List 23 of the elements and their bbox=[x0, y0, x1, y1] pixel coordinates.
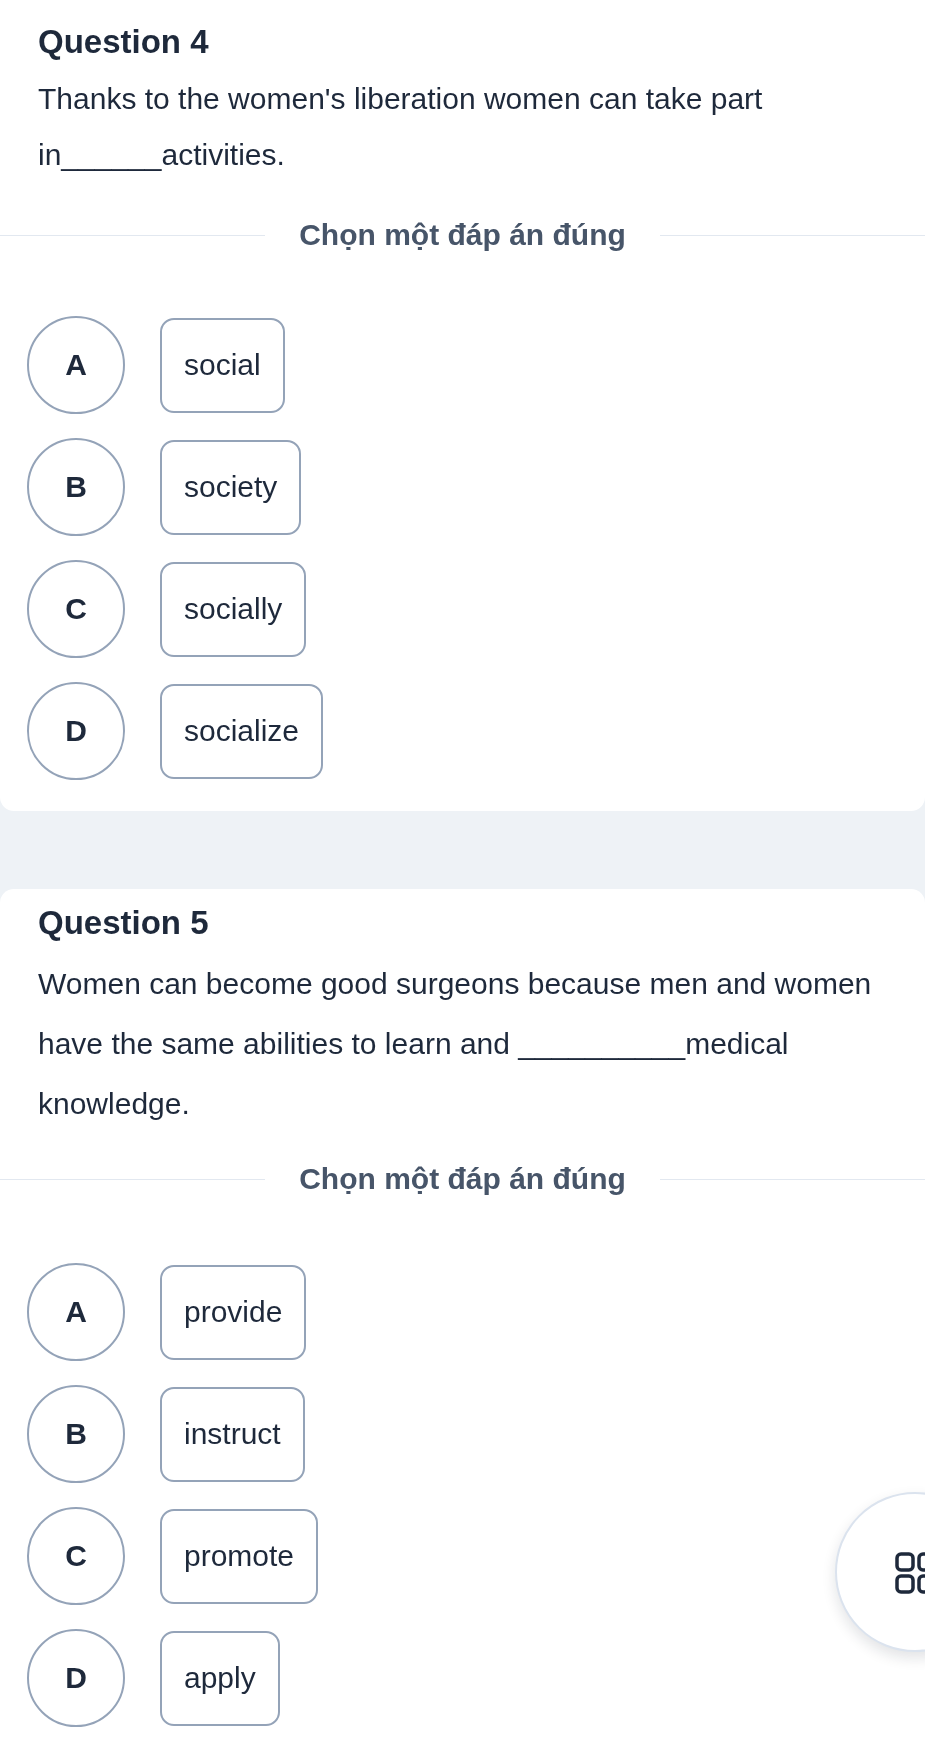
question-text: Women can become good surgeons because men and women have the same abilities to learn and __________medical knowledge. bbox=[37, 966, 873, 1122]
instruction-text: Chọn một đáp án đúng bbox=[299, 1162, 626, 1196]
answer-option[interactable]: society bbox=[160, 439, 302, 535]
answer-option[interactable]: apply bbox=[160, 1630, 280, 1726]
option-letter[interactable]: D bbox=[27, 1629, 125, 1727]
answer-option[interactable]: promote bbox=[160, 1508, 319, 1604]
question-text: Thanks to the women's liberation women can take part in______activities. bbox=[37, 81, 764, 173]
grid-icon bbox=[895, 1552, 925, 1594]
option-letter[interactable]: C bbox=[27, 1507, 125, 1605]
instruction-text: Chọn một đáp án đúng bbox=[299, 218, 626, 252]
option-letter[interactable]: A bbox=[27, 316, 125, 414]
answer-option[interactable]: socially bbox=[160, 561, 307, 657]
question-title: Question 4 bbox=[37, 22, 210, 62]
option-letter[interactable]: B bbox=[27, 438, 125, 536]
answer-option[interactable]: instruct bbox=[160, 1386, 305, 1482]
option-letter[interactable]: C bbox=[27, 560, 125, 658]
option-letter[interactable]: B bbox=[27, 1385, 125, 1483]
option-letter[interactable]: D bbox=[27, 682, 125, 780]
answer-option[interactable]: provide bbox=[160, 1264, 307, 1360]
answer-option[interactable]: socialize bbox=[160, 683, 324, 779]
question-title: Question 5 bbox=[37, 903, 210, 943]
option-letter[interactable]: A bbox=[27, 1263, 125, 1361]
answer-option[interactable]: social bbox=[160, 317, 285, 413]
